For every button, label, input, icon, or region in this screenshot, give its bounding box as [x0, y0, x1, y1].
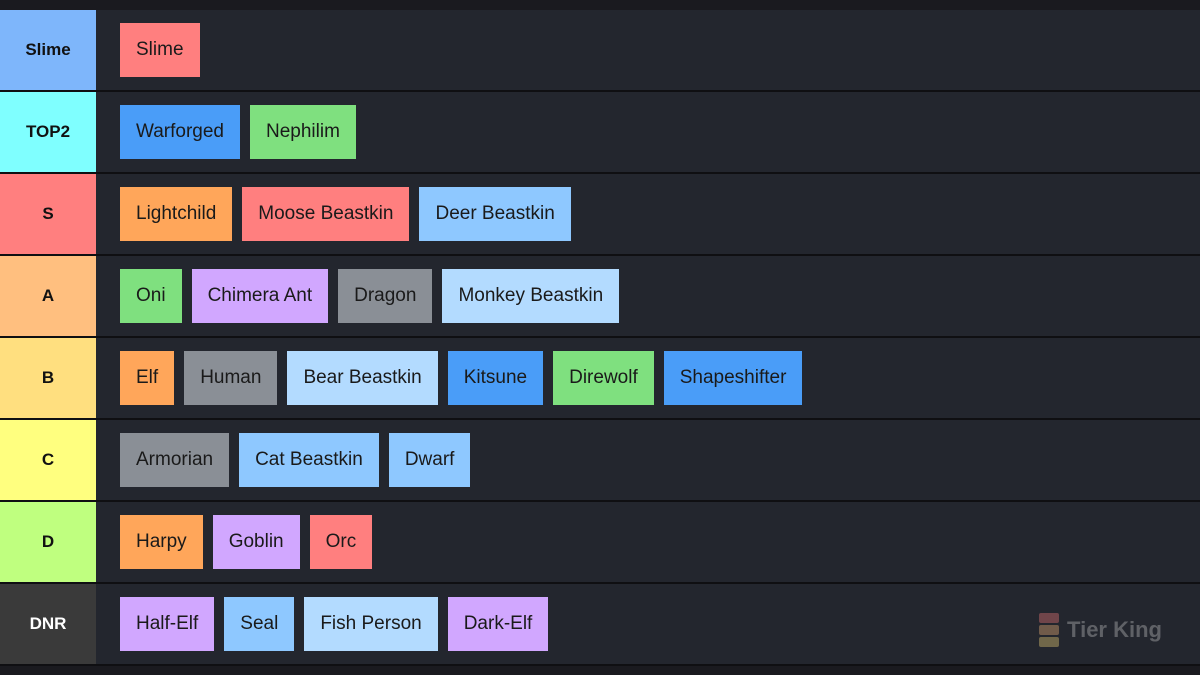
tier-item[interactable]: Nephilim — [250, 105, 356, 159]
tier-items-dropzone[interactable]: Lightchild Moose Beastkin Deer Beastkin — [96, 174, 1200, 254]
tier-king-logo-icon — [1039, 613, 1060, 647]
tier-row: B Elf Human Bear Beastkin Kitsune Direwolf Sha… — [0, 338, 1200, 420]
tier-items-dropzone[interactable]: Oni Chimera Ant Dragon Monkey Beastkin — [96, 256, 1200, 336]
tier-item[interactable]: Bear Beastkin — [287, 351, 438, 405]
tier-row: A Oni Chimera Ant Dragon Monkey Beastkin — [0, 256, 1200, 338]
tier-item[interactable]: Elf — [120, 351, 175, 405]
tier-row: TOP2 Warforged Nephilim — [0, 92, 1200, 174]
tier-list: Slime Slime TOP2 Warforged Nephilim S Lightchi… — [0, 10, 1200, 666]
tier-items-dropzone[interactable]: Armorian Cat Beastkin Dwarf — [96, 420, 1200, 500]
tier-item[interactable]: Human — [184, 351, 278, 405]
tier-item[interactable]: Direwolf — [553, 351, 654, 405]
tier-label[interactable]: A — [0, 256, 96, 336]
tier-row: DNR Half-Elf Seal Fish Person Dark-Elf — [0, 584, 1200, 666]
tier-label[interactable]: D — [0, 502, 96, 582]
tier-item[interactable]: Warforged — [120, 105, 240, 159]
tier-label[interactable]: B — [0, 338, 96, 418]
tier-item[interactable]: Slime — [120, 23, 200, 77]
tier-item[interactable]: Oni — [120, 269, 182, 323]
tier-list-app: Slime Slime TOP2 Warforged Nephilim S Lightchi… — [0, 0, 1200, 675]
tier-row: D Harpy Goblin Orc — [0, 502, 1200, 584]
tier-label[interactable]: DNR — [0, 584, 96, 664]
tier-row: Slime Slime — [0, 10, 1200, 92]
tier-items-dropzone[interactable]: Half-Elf Seal Fish Person Dark-Elf — [96, 584, 1200, 664]
tier-item[interactable]: Dark-Elf — [447, 597, 549, 651]
tier-item[interactable]: Half-Elf — [120, 597, 215, 651]
tier-item[interactable]: Deer Beastkin — [419, 187, 571, 241]
tier-item[interactable]: Seal — [224, 597, 295, 651]
tier-row: S Lightchild Moose Beastkin Deer Beastkin — [0, 174, 1200, 256]
tier-item[interactable]: Moose Beastkin — [242, 187, 410, 241]
tier-items-dropzone[interactable]: Harpy Goblin Orc — [96, 502, 1200, 582]
tier-item[interactable]: Harpy — [120, 515, 203, 569]
watermark-text: Tier King — [1067, 617, 1162, 642]
tier-item[interactable]: Shapeshifter — [663, 351, 803, 405]
tier-label[interactable]: S — [0, 174, 96, 254]
watermark: Tier King — [1039, 613, 1162, 647]
tier-item[interactable]: Monkey Beastkin — [442, 269, 620, 323]
tier-item[interactable]: Chimera Ant — [191, 269, 329, 323]
tier-item[interactable]: Kitsune — [447, 351, 544, 405]
tier-item[interactable]: Lightchild — [120, 187, 233, 241]
tier-item[interactable]: Dwarf — [388, 433, 471, 487]
tier-item[interactable]: Fish Person — [304, 597, 438, 651]
tier-row: C Armorian Cat Beastkin Dwarf — [0, 420, 1200, 502]
tier-item[interactable]: Goblin — [212, 515, 300, 569]
tier-label[interactable]: Slime — [0, 10, 96, 90]
tier-label[interactable]: C — [0, 420, 96, 500]
tier-items-dropzone[interactable]: Warforged Nephilim — [96, 92, 1200, 172]
tier-items-dropzone[interactable]: Slime — [96, 10, 1200, 90]
tier-label[interactable]: TOP2 — [0, 92, 96, 172]
tier-item[interactable]: Orc — [309, 515, 373, 569]
tier-item[interactable]: Cat Beastkin — [239, 433, 379, 487]
tier-item[interactable]: Armorian — [120, 433, 230, 487]
tier-item[interactable]: Dragon — [338, 269, 433, 323]
tier-items-dropzone[interactable]: Elf Human Bear Beastkin Kitsune Direwolf Shap… — [96, 338, 1200, 418]
